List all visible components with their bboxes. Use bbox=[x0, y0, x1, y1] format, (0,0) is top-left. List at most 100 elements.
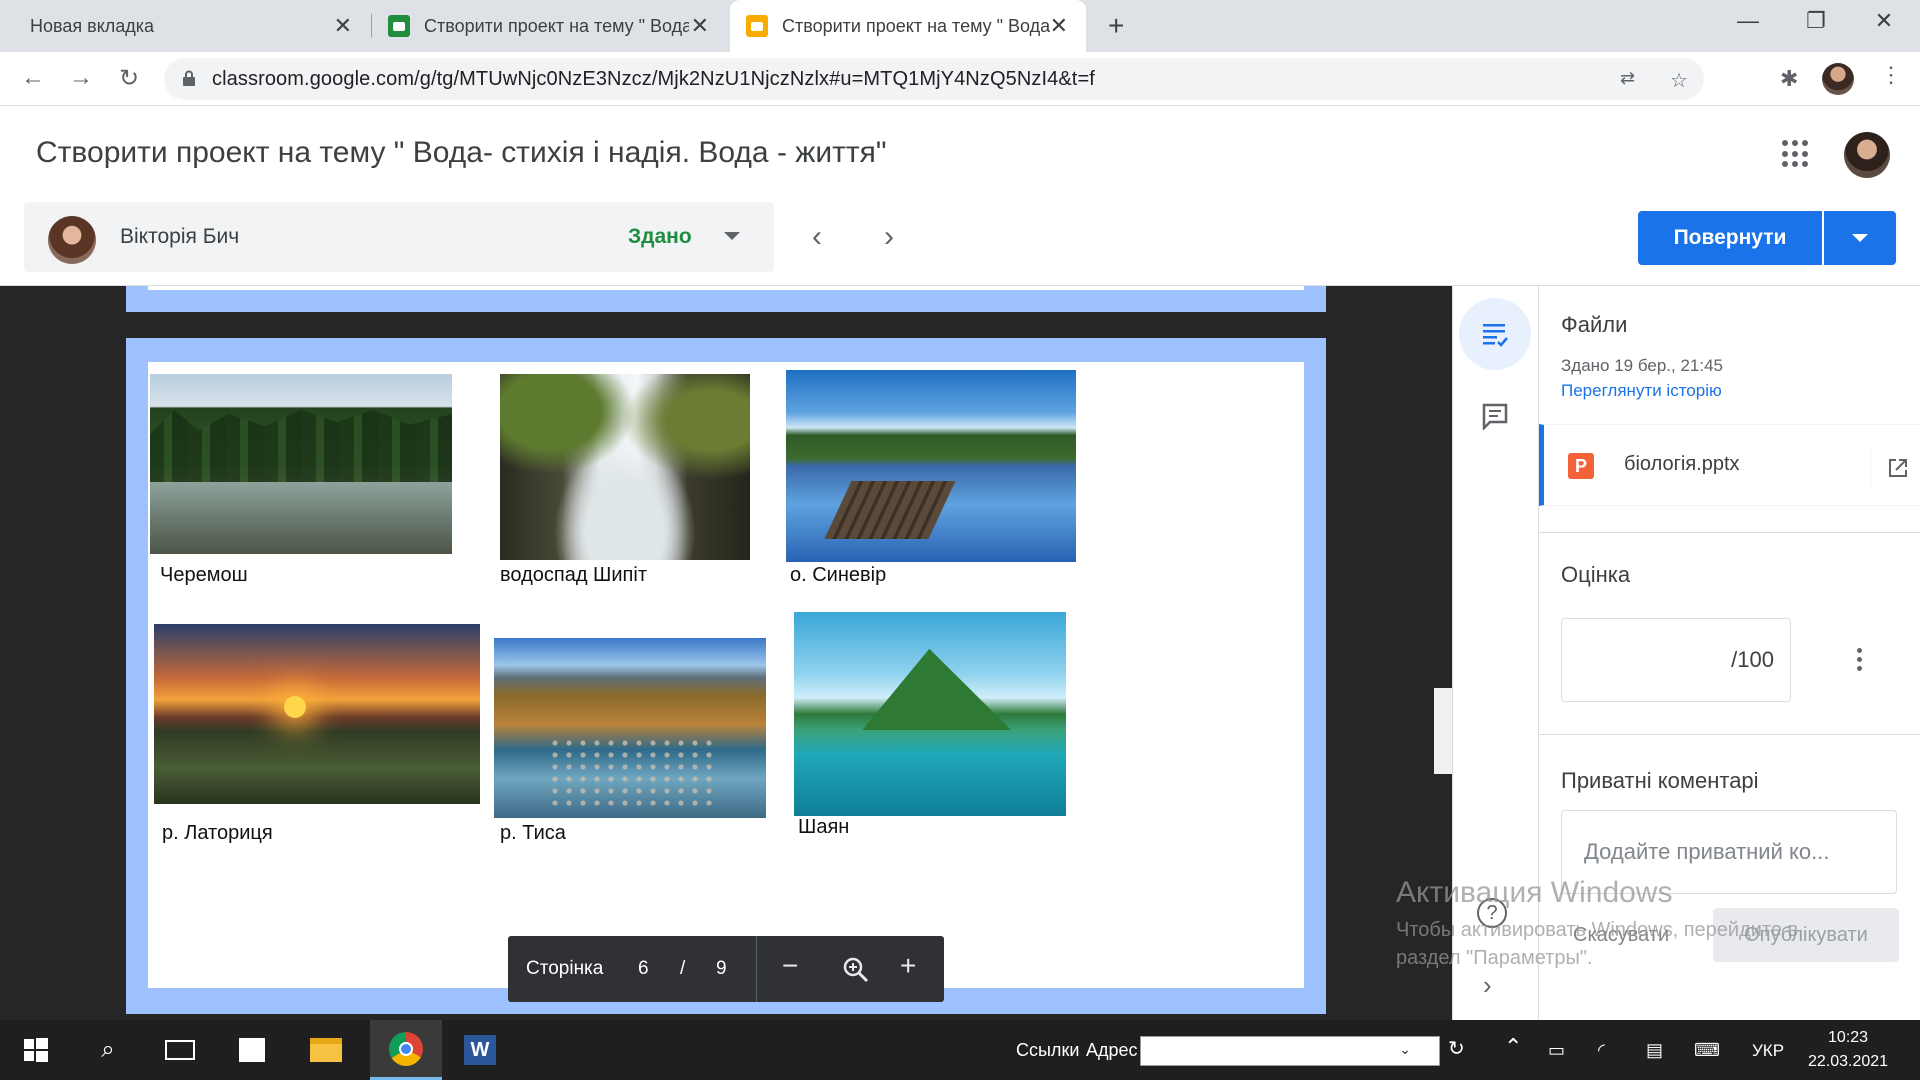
restore-icon[interactable]: ❐ bbox=[1796, 8, 1836, 34]
photo-caption: р. Тиса bbox=[500, 822, 566, 844]
grade-heading: Оцінка bbox=[1561, 562, 1631, 587]
photo-caption: водоспад Шипіт bbox=[500, 564, 647, 586]
files-heading: Файли bbox=[1561, 312, 1628, 337]
return-button[interactable]: Повернути bbox=[1638, 211, 1822, 265]
photo-shypit-waterfall bbox=[500, 374, 750, 560]
word-icon[interactable]: W bbox=[444, 1020, 516, 1080]
translate-icon[interactable]: ⇄ bbox=[1620, 68, 1635, 89]
window-close-icon[interactable]: ✕ bbox=[1864, 8, 1904, 34]
address-toolbar-input[interactable]: ⌄ bbox=[1140, 1036, 1440, 1066]
return-options-button[interactable] bbox=[1824, 211, 1896, 265]
divider bbox=[1539, 532, 1920, 533]
photo-shayan bbox=[794, 612, 1066, 816]
clock-time: 10:23 bbox=[1828, 1029, 1869, 1046]
student-selector[interactable]: Вікторія Бич Здано bbox=[24, 202, 774, 272]
tab-classroom-1[interactable]: Створити проект на тему " Вода ✕ bbox=[372, 0, 727, 52]
photo-cheremosh bbox=[150, 374, 452, 554]
viewer-scrollbar[interactable] bbox=[1434, 688, 1452, 774]
student-avatar bbox=[48, 216, 96, 264]
help-icon[interactable]: ? bbox=[1477, 898, 1507, 928]
new-tab-icon[interactable]: + bbox=[1108, 10, 1124, 42]
grade-options-icon[interactable] bbox=[1857, 648, 1863, 675]
input-language[interactable]: УКР bbox=[1752, 1041, 1784, 1061]
chrome-taskbar-icon[interactable] bbox=[370, 1020, 442, 1080]
close-icon[interactable]: ✕ bbox=[691, 13, 709, 39]
zoom-in-icon[interactable]: + bbox=[900, 950, 916, 982]
links-toolbar-label[interactable]: Ссылки bbox=[1016, 1040, 1079, 1061]
grading-panel: Файли Здано 19 бер., 21:45 Переглянути і… bbox=[1538, 286, 1920, 1020]
next-student-icon[interactable]: › bbox=[884, 220, 894, 254]
attachment-name: біологія.pptx bbox=[1624, 453, 1740, 475]
submitted-timestamp: Здано 19 бер., 21:45 bbox=[1561, 356, 1724, 375]
google-apps-icon[interactable] bbox=[1782, 140, 1810, 168]
open-in-new-icon bbox=[1889, 459, 1907, 477]
slide-content: Черемош водоспад Шипіт о. Синевір р. Лат… bbox=[148, 362, 1304, 988]
divider bbox=[1539, 734, 1920, 735]
open-external-button[interactable] bbox=[1870, 447, 1920, 487]
page-separator: / bbox=[680, 958, 686, 979]
student-name: Вікторія Бич bbox=[120, 225, 240, 248]
zoom-icon[interactable] bbox=[842, 956, 870, 984]
classroom-icon bbox=[388, 15, 410, 37]
files-tab[interactable] bbox=[1459, 298, 1531, 370]
side-rail: ? › bbox=[1452, 286, 1538, 1020]
profile-avatar[interactable] bbox=[1822, 63, 1854, 95]
notification-message-icon[interactable]: ▤ bbox=[1646, 1040, 1663, 1061]
chevron-down-icon[interactable]: ⌄ bbox=[1399, 1041, 1411, 1058]
battery-icon[interactable]: ▭ bbox=[1548, 1040, 1565, 1061]
grade-input[interactable]: /100 bbox=[1561, 618, 1791, 702]
classroom-icon bbox=[746, 15, 768, 37]
keyboard-icon[interactable]: ⌨ bbox=[1694, 1040, 1720, 1061]
reload-icon[interactable]: ↻ bbox=[114, 64, 144, 93]
zoom-out-icon[interactable]: − bbox=[782, 950, 798, 982]
search-icon[interactable]: ⌕ bbox=[72, 1020, 144, 1080]
tab-title: Новая вкладка bbox=[30, 15, 155, 36]
grade-suffix: /100 bbox=[1731, 647, 1774, 672]
start-button[interactable] bbox=[0, 1020, 72, 1080]
minimize-icon[interactable]: — bbox=[1728, 8, 1768, 34]
chrome-menu-icon[interactable]: ⋮ bbox=[1880, 62, 1902, 88]
account-avatar[interactable] bbox=[1844, 132, 1890, 178]
tab-title: Створити проект на тему " Вода bbox=[424, 15, 689, 36]
page-label: Сторінка bbox=[526, 958, 604, 979]
photo-caption: о. Синевір bbox=[790, 564, 887, 586]
network-icon[interactable]: ◜ bbox=[1598, 1040, 1605, 1061]
forward-icon[interactable]: → bbox=[66, 64, 96, 92]
document-viewer: Черемош водоспад Шипіт о. Синевір р. Лат… bbox=[0, 286, 1452, 1020]
star-icon[interactable]: ☆ bbox=[1670, 68, 1688, 93]
comments-tab[interactable] bbox=[1459, 380, 1531, 452]
address-bar[interactable]: classroom.google.com/g/tg/MTUwNjc0NzE3Nz… bbox=[164, 58, 1704, 100]
store-icon[interactable] bbox=[216, 1020, 288, 1080]
previous-slide bbox=[126, 286, 1326, 312]
close-icon[interactable]: ✕ bbox=[1050, 13, 1068, 39]
previous-student-icon[interactable]: ‹ bbox=[812, 220, 822, 254]
private-comment-input[interactable]: Додайте приватний ко... bbox=[1561, 810, 1897, 894]
page-total: 9 bbox=[716, 958, 727, 979]
page-current[interactable]: 6 bbox=[638, 958, 649, 980]
show-hidden-icons-icon[interactable]: ⌃ bbox=[1504, 1034, 1522, 1060]
submission-status: Здано bbox=[628, 225, 692, 248]
extensions-icon[interactable]: ✱ bbox=[1780, 66, 1798, 92]
slide-page-6: Черемош водоспад Шипіт о. Синевір р. Лат… bbox=[126, 338, 1326, 1014]
page-controls: Сторінка 6 / 9 − + bbox=[508, 936, 944, 1002]
browser-toolbar: ← → ↻ classroom.google.com/g/tg/MTUwNjc0… bbox=[0, 52, 1920, 106]
attachment-row[interactable]: P біологія.pptx bbox=[1539, 424, 1920, 506]
cancel-button[interactable]: Скасувати bbox=[1573, 924, 1669, 947]
tab-new-tab[interactable]: Новая вкладка ✕ bbox=[0, 0, 370, 52]
photo-latorytsia bbox=[154, 624, 480, 804]
classroom-header: Створити проект на тему " Вода- стихія і… bbox=[0, 106, 1920, 286]
tab-classroom-active[interactable]: Створити проект на тему " Вода ✕ bbox=[730, 0, 1086, 52]
system-clock[interactable]: 10:23 22.03.2021 bbox=[1808, 1026, 1888, 1074]
publish-button[interactable]: Опублікувати bbox=[1713, 908, 1899, 962]
task-view-icon[interactable] bbox=[144, 1020, 216, 1080]
private-comments-heading: Приватні коментарі bbox=[1561, 768, 1759, 793]
back-icon[interactable]: ← bbox=[18, 64, 48, 92]
windows-taskbar: ⌕ W Ссылки Адрес ⌄ ↻ ⌃ ▭ ◜ ▤ ⌨ УКР 10:23… bbox=[0, 1020, 1920, 1080]
go-icon[interactable]: ↻ bbox=[1448, 1036, 1465, 1061]
view-history-link[interactable]: Переглянути історію bbox=[1561, 381, 1722, 401]
expand-panel-icon[interactable]: › bbox=[1483, 970, 1492, 1001]
file-explorer-icon[interactable] bbox=[290, 1020, 362, 1080]
divider bbox=[756, 936, 757, 1002]
close-icon[interactable]: ✕ bbox=[334, 13, 352, 39]
chevron-down-icon[interactable] bbox=[724, 232, 740, 240]
